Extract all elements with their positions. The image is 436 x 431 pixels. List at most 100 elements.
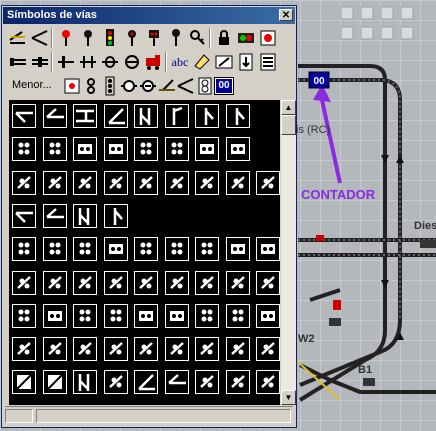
track-symbol-cell[interactable] <box>195 370 219 395</box>
track-symbol-cell[interactable] <box>164 303 189 328</box>
track-symbol-cell[interactable] <box>42 170 67 195</box>
track-symbol-cell[interactable] <box>12 370 36 395</box>
signal-dual-icon[interactable] <box>144 28 164 48</box>
track-symbol-cell[interactable] <box>73 170 97 195</box>
block-list-icon[interactable] <box>258 52 278 72</box>
track-symbol-cell[interactable] <box>134 170 158 195</box>
turntable-icon[interactable] <box>78 52 98 72</box>
rails-switch-icon[interactable] <box>30 28 50 48</box>
switch-left-icon[interactable] <box>157 76 177 96</box>
track-symbol-cell[interactable] <box>103 170 128 195</box>
track-symbol-cell[interactable] <box>73 237 97 262</box>
track-symbol-cell[interactable] <box>103 137 128 162</box>
rails-straight-icon[interactable] <box>8 28 28 48</box>
cross-out-icon[interactable] <box>214 52 234 72</box>
track-symbol-cell[interactable] <box>103 270 128 295</box>
track-symbol-cell[interactable] <box>73 370 97 395</box>
track-symbol-cell[interactable] <box>73 203 97 228</box>
track-symbol-cell[interactable] <box>256 270 280 295</box>
track-symbol-cell[interactable] <box>12 337 36 362</box>
track-symbol-cell[interactable] <box>225 303 250 328</box>
track-symbol-cell[interactable] <box>164 270 189 295</box>
scroll-thumb[interactable] <box>281 115 296 135</box>
lock-icon[interactable] <box>214 28 234 48</box>
signal-pair-icon[interactable] <box>236 28 256 48</box>
cross-signal-2-icon[interactable] <box>138 76 158 96</box>
track-symbol-cell[interactable] <box>256 337 280 362</box>
signal-dwarf-icon[interactable] <box>122 28 142 48</box>
eraser-icon[interactable] <box>192 52 212 72</box>
text-tool-icon[interactable]: abc <box>170 52 190 72</box>
track-symbol-cell[interactable] <box>73 303 97 328</box>
track-symbol-cell[interactable] <box>195 270 219 295</box>
block-indicator-icon[interactable] <box>195 76 215 96</box>
track-symbol-cell[interactable] <box>225 270 250 295</box>
track-symbol-cell[interactable] <box>195 337 219 362</box>
red-dot-icon[interactable] <box>62 76 82 96</box>
close-button[interactable]: ✕ <box>279 9 293 21</box>
track-symbol-cell[interactable] <box>256 170 280 195</box>
track-symbol-cell[interactable] <box>42 104 67 128</box>
track-symbol-cell[interactable] <box>134 337 158 362</box>
track-symbol-cell[interactable] <box>225 237 250 262</box>
track-symbol-cell[interactable] <box>134 104 158 128</box>
track-symbol-cell[interactable] <box>164 370 189 395</box>
track-symbol-cell[interactable] <box>73 337 97 362</box>
track-symbol-cell[interactable] <box>42 370 67 395</box>
buffer-icon[interactable] <box>8 52 28 72</box>
crossing-light-icon[interactable] <box>166 28 186 48</box>
track-symbol-cell[interactable] <box>12 137 36 162</box>
scroll-up-button[interactable]: ▲ <box>281 100 296 115</box>
track-symbol-cell[interactable] <box>42 137 67 162</box>
scroll-down-button[interactable]: ▼ <box>281 390 296 405</box>
signal-red-icon[interactable] <box>56 28 76 48</box>
vertical-scrollbar[interactable]: ▲ ▼ <box>281 100 296 405</box>
signal-dark-icon[interactable] <box>78 28 98 48</box>
rail-break-icon[interactable] <box>122 52 142 72</box>
track-symbol-cell[interactable] <box>164 170 189 195</box>
counter-display-icon[interactable]: 00 <box>214 76 234 96</box>
track-symbol-cell[interactable] <box>256 303 280 328</box>
track-symbol-cell[interactable] <box>256 237 280 262</box>
symbols-palette-window[interactable]: Símbolos de vías ✕ abc Menor... 00 ▲ ▼ <box>1 5 297 428</box>
track-symbol-cell[interactable] <box>195 303 219 328</box>
locomotive-icon[interactable] <box>144 52 164 72</box>
track-symbol-cell[interactable] <box>12 203 36 228</box>
track-symbol-cell[interactable] <box>164 104 189 128</box>
track-symbol-cell[interactable] <box>103 203 128 228</box>
track-symbol-cell[interactable] <box>12 303 36 328</box>
red-button-icon[interactable] <box>258 28 278 48</box>
symbol-grid[interactable] <box>9 100 280 405</box>
track-symbol-cell[interactable] <box>195 237 219 262</box>
switch-right-icon[interactable] <box>176 76 196 96</box>
track-symbol-cell[interactable] <box>225 170 250 195</box>
track-symbol-cell[interactable] <box>73 104 97 128</box>
track-symbol-cell[interactable] <box>103 237 128 262</box>
track-symbol-cell[interactable] <box>134 137 158 162</box>
track-symbol-cell[interactable] <box>42 303 67 328</box>
track-symbol-cell[interactable] <box>164 137 189 162</box>
track-symbol-cell[interactable] <box>42 270 67 295</box>
track-symbol-cell[interactable] <box>103 370 128 395</box>
track-symbol-cell[interactable] <box>195 104 219 128</box>
track-symbol-cell[interactable] <box>195 137 219 162</box>
bridge-icon[interactable] <box>100 52 120 72</box>
uncoupler-icon[interactable] <box>56 52 76 72</box>
track-symbol-cell[interactable] <box>12 104 36 128</box>
track-symbol-cell[interactable] <box>195 170 219 195</box>
track-symbol-cell[interactable] <box>225 337 250 362</box>
track-symbol-cell[interactable] <box>103 104 128 128</box>
key-icon[interactable] <box>188 28 208 48</box>
track-symbol-cell[interactable] <box>103 303 128 328</box>
track-symbol-cell[interactable] <box>225 104 250 128</box>
track-symbol-cell[interactable] <box>12 270 36 295</box>
title-bar[interactable]: Símbolos de vías ✕ <box>3 7 295 24</box>
track-symbol-cell[interactable] <box>73 270 97 295</box>
track-symbol-cell[interactable] <box>73 137 97 162</box>
menor-label[interactable]: Menor... <box>12 79 52 91</box>
track-symbol-cell[interactable] <box>134 270 158 295</box>
track-symbol-cell[interactable] <box>225 137 250 162</box>
signal-three-light-icon[interactable] <box>100 28 120 48</box>
track-symbol-cell[interactable] <box>12 237 36 262</box>
track-symbol-cell[interactable] <box>12 170 36 195</box>
